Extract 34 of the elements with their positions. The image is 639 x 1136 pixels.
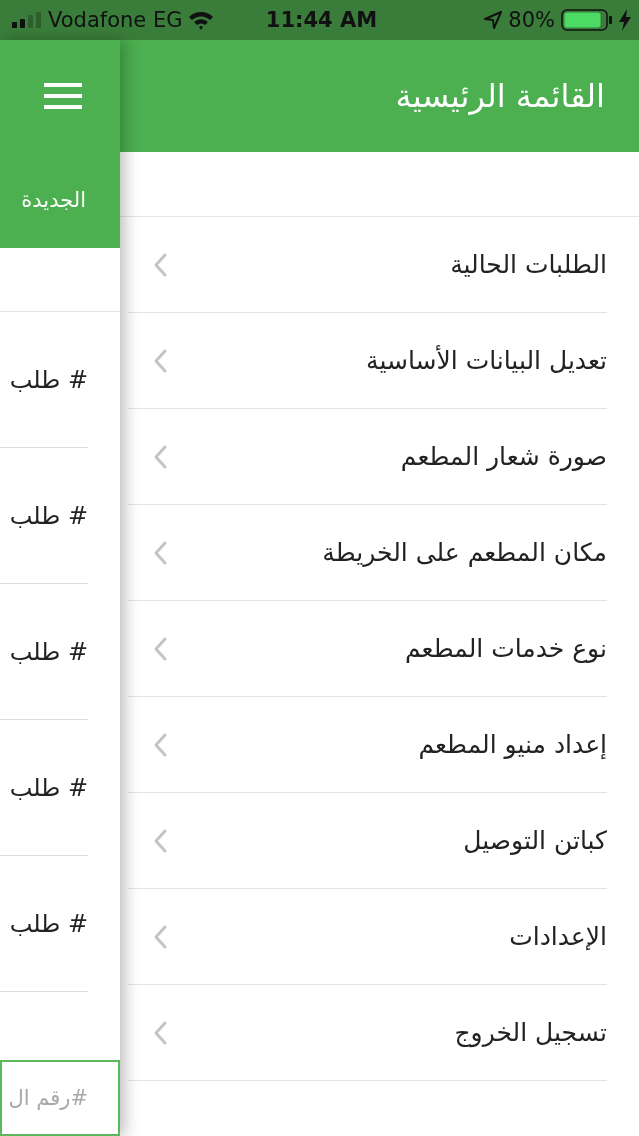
menu-item[interactable]: إعداد منيو المطعم: [128, 697, 607, 793]
menu-item[interactable]: تسجيل الخروج: [128, 985, 607, 1081]
chevron-icon: [153, 444, 167, 469]
chevron-icon: [153, 636, 167, 661]
menu-item[interactable]: كباتن التوصيل: [128, 793, 607, 889]
menu-item[interactable]: صورة شعار المطعم: [128, 409, 607, 505]
order-row[interactable]: # طلب: [0, 312, 88, 448]
chevron-icon: [153, 828, 167, 853]
menu-item[interactable]: الإعدادات: [128, 889, 607, 985]
chevron-icon: [153, 1020, 167, 1045]
menu-item[interactable]: تعديل البيانات الأساسية: [128, 313, 607, 409]
chevron-icon: [153, 924, 167, 949]
menu-item[interactable]: مكان المطعم على الخريطة: [128, 505, 607, 601]
menu-item[interactable]: الطلبات الحالية: [128, 217, 607, 313]
order-row[interactable]: # طلب: [0, 584, 88, 720]
carrier-name: Vodafone EG: [48, 8, 183, 32]
order-row[interactable]: # طلب: [0, 856, 88, 992]
chevron-icon: [153, 252, 167, 277]
battery-icon: [561, 9, 613, 31]
clock-time: 11:44 AM: [265, 8, 378, 32]
wifi-icon: [188, 10, 215, 30]
order-row[interactable]: # طلب: [0, 720, 88, 856]
chevron-icon: [153, 732, 167, 757]
menu-item[interactable]: نوع خدمات المطعم: [128, 601, 607, 697]
signal-icon: [12, 12, 42, 28]
chevron-icon: [153, 348, 167, 373]
menu-icon[interactable]: [44, 83, 82, 109]
battery-percent: 80%: [508, 8, 555, 32]
location-arrow-icon: [484, 11, 503, 29]
menu-title: القائمة الرئيسية: [395, 77, 605, 115]
chevron-icon: [153, 540, 167, 565]
search-field[interactable]: #رقم ال: [0, 1060, 120, 1136]
charging-bolt-icon: [619, 9, 631, 31]
order-row[interactable]: # طلب: [0, 448, 88, 584]
